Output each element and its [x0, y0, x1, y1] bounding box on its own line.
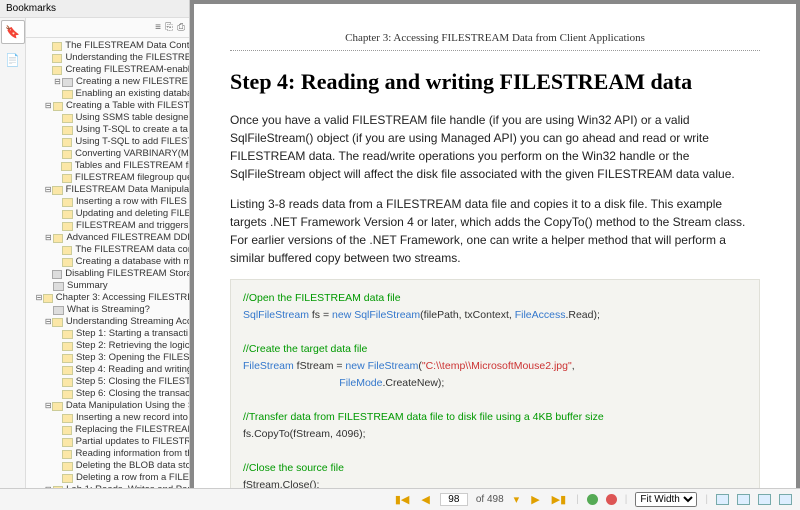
bookmark-item[interactable]: What is Streaming?: [26, 304, 189, 316]
bookmark-item[interactable]: Step 1: Starting a transacti: [26, 328, 189, 340]
bookmark-item[interactable]: ⊟Creating a Table with FILESTR: [26, 100, 189, 112]
chapter-header: Chapter 3: Accessing FILESTREAM Data fro…: [230, 32, 760, 44]
paragraph: Listing 3-8 reads data from a FILESTREAM…: [230, 195, 760, 267]
bookmark-item[interactable]: Reading information from th: [26, 448, 189, 460]
bookmark-item[interactable]: Using SSMS table designer: [26, 112, 189, 124]
bookmark-item[interactable]: Step 6: Closing the transac: [26, 388, 189, 400]
bookmark-item[interactable]: Using T-SQL to create a ta: [26, 124, 189, 136]
bookmark-item[interactable]: Converting VARBINARY(MA: [26, 148, 189, 160]
zoom-select[interactable]: Fit Width: [635, 492, 697, 507]
page-total: of 498: [476, 494, 504, 505]
bookmark-item[interactable]: ⊟Creating a new FILESTRE: [26, 76, 189, 88]
bookmark-item[interactable]: Tables and FILESTREAM file: [26, 160, 189, 172]
bookmark-item[interactable]: ⊟Understanding Streaming Acce: [26, 316, 189, 328]
continuous-view[interactable]: [737, 494, 750, 505]
bookmark-item[interactable]: FILESTREAM filegroup quer: [26, 172, 189, 184]
facing-view[interactable]: [758, 494, 771, 505]
bookmark-item[interactable]: Replacing the FILESTREAM: [26, 424, 189, 436]
bookmark-item[interactable]: Deleting a row from a FILE: [26, 472, 189, 484]
bookmark-item[interactable]: Step 4: Reading and writing: [26, 364, 189, 376]
bottom-toolbar: ▮◀ ◀ of 498 ▾ ▶ ▶▮ | | Fit Width |: [0, 488, 800, 510]
pages-tab[interactable]: 📄: [1, 48, 25, 72]
bookmark-item[interactable]: Summary: [26, 280, 189, 292]
bookmark-item[interactable]: Enabling an existing databa: [26, 88, 189, 100]
bookmark-item[interactable]: ⊟Data Manipulation Using the St: [26, 400, 189, 412]
bookmark-item[interactable]: ⊟Advanced FILESTREAM DDL: [26, 232, 189, 244]
document-viewport: Chapter 3: Accessing FILESTREAM Data fro…: [190, 0, 800, 488]
bookmark-item[interactable]: Partial updates to FILESTR: [26, 436, 189, 448]
next-page-button[interactable]: ▶: [529, 493, 541, 506]
bookmark-item[interactable]: Inserting a row with FILES: [26, 196, 189, 208]
back-button[interactable]: [587, 494, 598, 505]
bookmark-item[interactable]: ⊟FILESTREAM Data Manipulatio: [26, 184, 189, 196]
section-title: Step 4: Reading and writing FILESTREAM d…: [230, 69, 760, 95]
bookmark-item[interactable]: Deleting the BLOB data sto: [26, 460, 189, 472]
bookmark-item[interactable]: Creating FILESTREAM-enabled: [26, 64, 189, 76]
prev-page-button[interactable]: ◀: [419, 493, 431, 506]
tree-tool-icon[interactable]: ⎘: [165, 22, 173, 33]
tree-tool-icon[interactable]: ⎙: [177, 22, 185, 33]
bookmark-item[interactable]: Step 3: Opening the FILES: [26, 352, 189, 364]
paragraph: Once you have a valid FILESTREAM file ha…: [230, 111, 760, 183]
bookmarks-panel: Bookmarks 🔖 📄 ≡ ⎘ ⎙ The FILESTREAM Data …: [0, 0, 190, 488]
chapter-rule: [230, 50, 760, 51]
bookmark-item[interactable]: Understanding the FILESTRE…: [26, 52, 189, 64]
bookmark-item[interactable]: Using T-SQL to add FILEST: [26, 136, 189, 148]
tree-tool-icon[interactable]: ≡: [155, 22, 161, 33]
bookmark-item[interactable]: Disabling FILESTREAM Storage: [26, 268, 189, 280]
forward-button[interactable]: [606, 494, 617, 505]
code-listing: //Open the FILESTREAM data file SqlFileS…: [230, 279, 760, 488]
side-tabs: 🔖 📄: [0, 18, 26, 488]
page: Chapter 3: Accessing FILESTREAM Data fro…: [194, 4, 796, 488]
page-number-input[interactable]: [440, 493, 468, 506]
bookmark-item[interactable]: The FILESTREAM data con: [26, 244, 189, 256]
bookmark-item[interactable]: Creating a database with m: [26, 256, 189, 268]
last-page-button[interactable]: ▶▮: [550, 493, 569, 506]
bookmarks-tab[interactable]: 🔖: [1, 20, 25, 44]
bookmark-item[interactable]: ⊟Chapter 3: Accessing FILESTREAM: [26, 292, 189, 304]
bookmark-item[interactable]: Step 5: Closing the FILEST: [26, 376, 189, 388]
tree-toolbar: ≡ ⎘ ⎙: [26, 18, 189, 38]
continuous-facing-view[interactable]: [779, 494, 792, 505]
next-page-dropdown[interactable]: ▾: [512, 493, 522, 506]
first-page-button[interactable]: ▮◀: [393, 493, 412, 506]
panel-title: Bookmarks: [0, 0, 189, 18]
page-scroll[interactable]: Chapter 3: Accessing FILESTREAM Data fro…: [190, 0, 800, 488]
bookmark-item[interactable]: Step 2: Retrieving the logic: [26, 340, 189, 352]
bookmark-item[interactable]: Updating and deleting FILE: [26, 208, 189, 220]
single-page-view[interactable]: [716, 494, 729, 505]
bookmarks-tree[interactable]: The FILESTREAM Data ContainUnderstanding…: [26, 38, 189, 488]
bookmark-item[interactable]: FILESTREAM and triggers: [26, 220, 189, 232]
bookmark-item[interactable]: The FILESTREAM Data Contain: [26, 40, 189, 52]
bookmark-item[interactable]: Inserting a new record into: [26, 412, 189, 424]
